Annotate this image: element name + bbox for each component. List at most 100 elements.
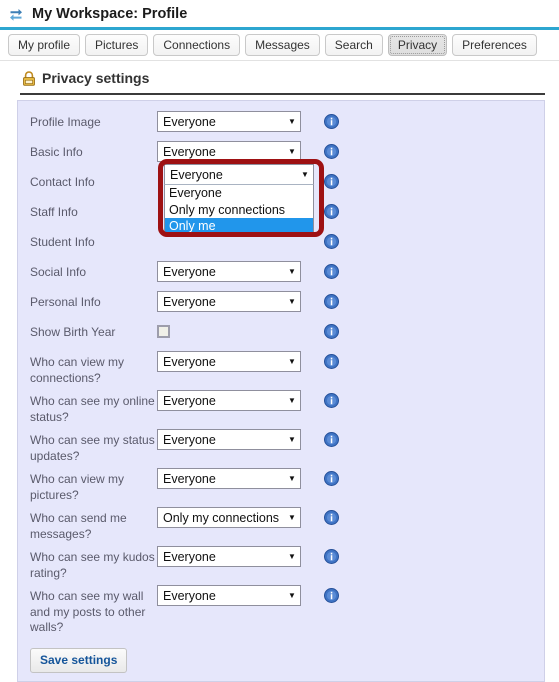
setting-row: Social Info Everyone ▼ [18, 261, 544, 287]
info-icon[interactable] [324, 294, 339, 309]
setting-row: Who can send me messages? Only my connec… [18, 507, 544, 542]
dropdown-options-list: Everyone Only my connections Only me [164, 185, 314, 236]
select-value: Everyone [163, 549, 216, 564]
chevron-down-icon: ▼ [288, 590, 296, 600]
select-value: Everyone [163, 294, 216, 309]
info-icon[interactable] [324, 510, 339, 525]
setting-row: Who can view my pictures? Everyone ▼ [18, 468, 544, 503]
info-icon[interactable] [324, 234, 339, 249]
tab-search[interactable]: Search [324, 34, 383, 56]
setting-label-kudos-rating: Who can see my kudos rating? [30, 550, 155, 580]
checkbox-show-birth-year[interactable] [157, 325, 170, 338]
lock-icon [22, 70, 36, 86]
info-icon[interactable] [324, 114, 339, 129]
info-icon[interactable] [324, 144, 339, 159]
select-value: Only my connections [163, 510, 280, 525]
select-value: Everyone [170, 167, 223, 182]
page-title: My Workspace: Profile [32, 5, 188, 22]
select-view-pictures[interactable]: Everyone ▼ [157, 468, 301, 489]
setting-label-contact-info: Contact Info [30, 175, 95, 189]
select-value: Everyone [163, 393, 216, 408]
tab-preferences[interactable]: Preferences [452, 34, 537, 56]
info-icon[interactable] [324, 174, 339, 189]
workspace-sync-icon [8, 6, 24, 22]
setting-label-show-birth-year: Show Birth Year [30, 325, 116, 339]
save-settings-button[interactable]: Save settings [30, 647, 128, 673]
setting-row: Who can see my kudos rating? Everyone ▼ [18, 546, 544, 581]
setting-label-view-pictures: Who can view my pictures? [30, 472, 125, 502]
info-icon[interactable] [324, 264, 339, 279]
select-personal-info[interactable]: Everyone ▼ [157, 291, 301, 312]
setting-control: Everyone ▼ [157, 390, 307, 411]
setting-row: Who can see my status updates? Everyone … [18, 429, 544, 464]
setting-control: Everyone ▼ [157, 468, 307, 489]
tab-my-profile[interactable]: My profile [8, 34, 81, 56]
info-icon[interactable] [324, 432, 339, 447]
chevron-down-icon: ▼ [288, 512, 296, 522]
info-icon[interactable] [324, 324, 339, 339]
setting-row: Personal Info Everyone ▼ [18, 291, 544, 317]
chevron-down-icon: ▼ [288, 296, 296, 306]
setting-control: Everyone ▼ [157, 585, 307, 606]
privacy-settings-panel: Profile Image Everyone ▼ Basic Info Ever… [17, 100, 545, 682]
setting-label-student-info: Student Info [30, 235, 95, 249]
save-row: Save settings [18, 640, 544, 673]
tab-messages[interactable]: Messages [245, 34, 320, 56]
select-contact-info-head[interactable]: Everyone ▼ [164, 164, 314, 185]
chevron-down-icon: ▼ [288, 551, 296, 561]
setting-control: Only my connections ▼ [157, 507, 307, 528]
setting-control [157, 321, 307, 338]
chevron-down-icon: ▼ [288, 395, 296, 405]
setting-row: Who can see my online status? Everyone ▼ [18, 390, 544, 425]
section-rule [20, 93, 545, 95]
select-social-info[interactable]: Everyone ▼ [157, 261, 301, 282]
select-kudos-rating[interactable]: Everyone ▼ [157, 546, 301, 567]
setting-label-personal-info: Personal Info [30, 295, 101, 309]
tab-privacy[interactable]: Privacy [387, 34, 448, 56]
info-icon[interactable] [324, 393, 339, 408]
setting-control: Everyone ▼ [157, 546, 307, 567]
select-view-connections[interactable]: Everyone ▼ [157, 351, 301, 372]
select-wall-posts[interactable]: Everyone ▼ [157, 585, 301, 606]
info-icon[interactable] [324, 588, 339, 603]
setting-control: Everyone ▼ [157, 291, 307, 312]
select-contact-info-open[interactable]: Everyone ▼ Everyone Only my connections … [164, 164, 314, 236]
setting-control: Everyone ▼ [157, 111, 307, 132]
select-value: Everyone [163, 144, 216, 159]
select-status-updates[interactable]: Everyone ▼ [157, 429, 301, 450]
select-online-status[interactable]: Everyone ▼ [157, 390, 301, 411]
setting-row: Profile Image Everyone ▼ [18, 111, 544, 137]
setting-row: Show Birth Year [18, 321, 544, 347]
info-icon[interactable] [324, 354, 339, 369]
select-value: Everyone [163, 588, 216, 603]
setting-control: Everyone ▼ [157, 351, 307, 372]
tab-strip: My profile Pictures Connections Messages… [0, 30, 559, 60]
setting-label-status-updates: Who can see my status updates? [30, 433, 155, 463]
info-icon[interactable] [324, 471, 339, 486]
title-bar: My Workspace: Profile [0, 0, 559, 27]
select-profile-image[interactable]: Everyone ▼ [157, 111, 301, 132]
setting-label-staff-info: Staff Info [30, 205, 78, 219]
info-icon[interactable] [324, 204, 339, 219]
dropdown-option-only-my-connections[interactable]: Only my connections [165, 202, 313, 219]
section-title: Privacy settings [42, 70, 150, 86]
dropdown-option-only-me[interactable]: Only me [165, 218, 313, 235]
tab-connections[interactable]: Connections [153, 34, 241, 56]
setting-row: Who can view my connections? Everyone ▼ [18, 351, 544, 386]
chevron-down-icon: ▼ [301, 169, 309, 179]
section-heading: Privacy settings [0, 61, 559, 90]
setting-label-online-status: Who can see my online status? [30, 394, 155, 424]
setting-control: Everyone ▼ [157, 429, 307, 450]
select-value: Everyone [163, 264, 216, 279]
setting-label-view-connections: Who can view my connections? [30, 355, 125, 385]
select-value: Everyone [163, 114, 216, 129]
select-value: Everyone [163, 354, 216, 369]
tab-pictures[interactable]: Pictures [85, 34, 149, 56]
select-value: Everyone [163, 432, 216, 447]
chevron-down-icon: ▼ [288, 116, 296, 126]
select-send-messages[interactable]: Only my connections ▼ [157, 507, 301, 528]
chevron-down-icon: ▼ [288, 434, 296, 444]
chevron-down-icon: ▼ [288, 356, 296, 366]
dropdown-option-everyone[interactable]: Everyone [165, 185, 313, 202]
info-icon[interactable] [324, 549, 339, 564]
